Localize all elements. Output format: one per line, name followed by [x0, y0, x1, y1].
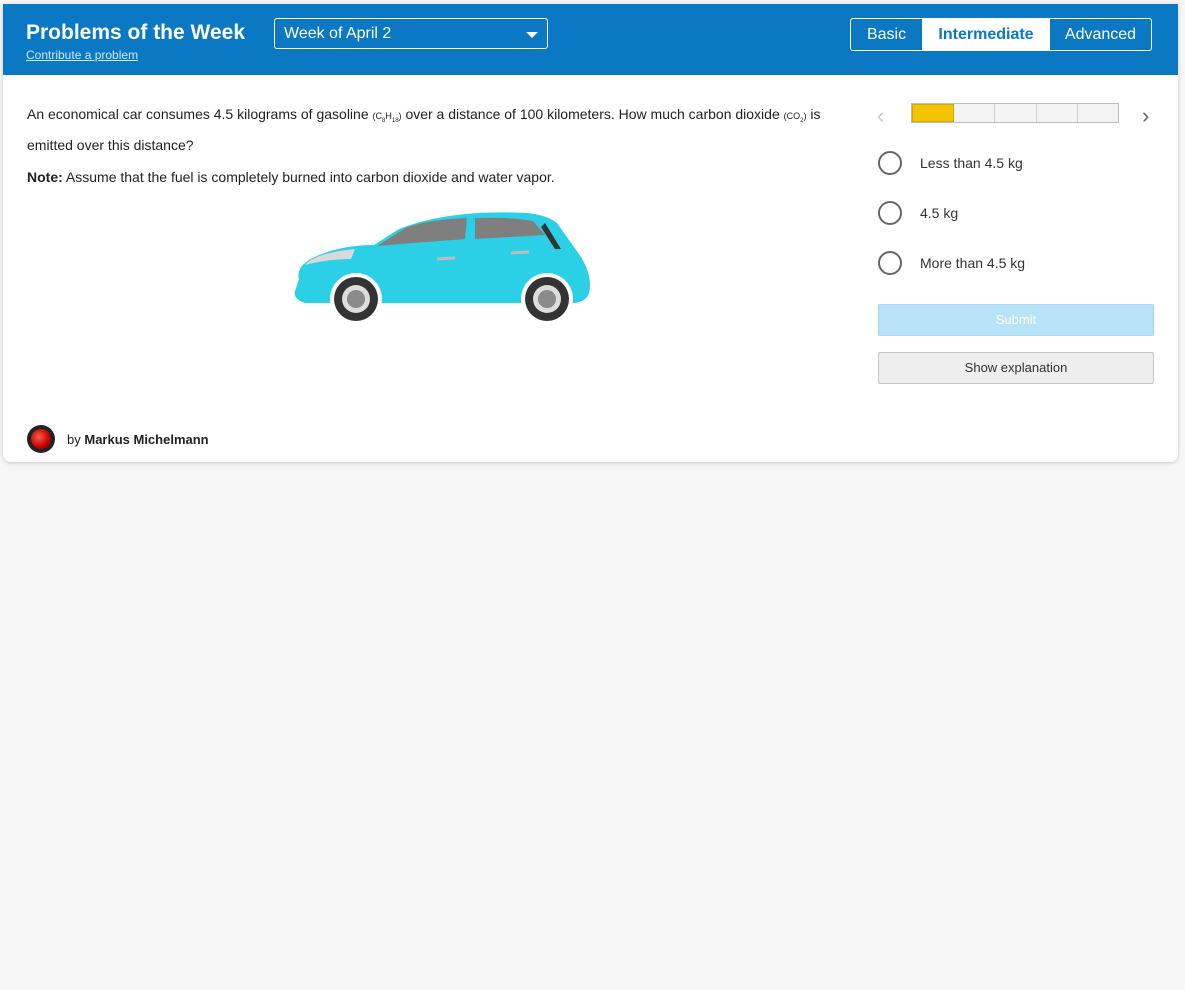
radio-button[interactable]: [878, 151, 902, 175]
author-credit: by Markus Michelmann: [27, 425, 209, 453]
answer-label: More than 4.5 kg: [920, 255, 1026, 271]
radio-button[interactable]: [878, 201, 902, 225]
progress-bar: [911, 103, 1119, 123]
note-label: Note:: [27, 169, 63, 185]
progress-segment: [1078, 104, 1118, 122]
progress-segment: [1037, 104, 1078, 122]
problem-text-part1: An economical car consumes 4.5 kilograms…: [27, 106, 369, 122]
answer-option-1[interactable]: Less than 4.5 kg: [878, 149, 1023, 177]
answer-label: Less than 4.5 kg: [920, 155, 1023, 171]
problem-text: An economical car consumes 4.5 kilograms…: [27, 102, 857, 157]
week-select-value: Week of April 2: [284, 25, 392, 42]
formula-co2: (CO2): [783, 111, 807, 124]
progress-segment: [995, 104, 1037, 122]
tab-advanced[interactable]: Advanced: [1049, 19, 1151, 50]
header-bar: Problems of the Week Contribute a proble…: [3, 4, 1178, 75]
contribute-link[interactable]: Contribute a problem: [26, 48, 138, 62]
progress-segment: [912, 104, 955, 122]
author-line: by Markus Michelmann: [67, 432, 209, 447]
formula-gasoline: (C8H18): [372, 111, 402, 124]
car-door-handle-2: [510, 250, 530, 255]
tab-intermediate[interactable]: Intermediate: [923, 19, 1049, 50]
author-by-label: by: [67, 431, 81, 447]
progress-segment: [954, 104, 996, 122]
show-explanation-button[interactable]: Show explanation: [878, 352, 1154, 384]
submit-button[interactable]: Submit: [878, 304, 1154, 336]
level-tabs: Basic Intermediate Advanced: [850, 18, 1152, 51]
page-title: Problems of the Week: [26, 21, 246, 44]
problem-card: Problems of the Week Contribute a proble…: [3, 4, 1178, 462]
chevron-down-icon: [526, 32, 538, 38]
answer-option-2[interactable]: 4.5 kg: [878, 199, 958, 227]
note-text: Assume that the fuel is completely burne…: [65, 169, 555, 185]
tab-basic[interactable]: Basic: [851, 19, 923, 50]
problem-note: Note: Assume that the fuel is completely…: [27, 169, 555, 185]
previous-arrow-icon[interactable]: ‹: [877, 103, 884, 129]
avatar: [27, 425, 55, 453]
car-illustration: [294, 212, 590, 325]
author-name[interactable]: Markus Michelmann: [84, 432, 208, 447]
next-arrow-icon[interactable]: ›: [1142, 103, 1149, 129]
radio-button[interactable]: [878, 251, 902, 275]
answer-label: 4.5 kg: [920, 205, 959, 221]
week-select[interactable]: Week of April 2: [274, 18, 548, 49]
car-door-handle-1: [436, 256, 456, 261]
problem-text-part2: over a distance of 100 kilometers. How m…: [405, 106, 780, 122]
answer-option-3[interactable]: More than 4.5 kg: [878, 249, 1025, 277]
